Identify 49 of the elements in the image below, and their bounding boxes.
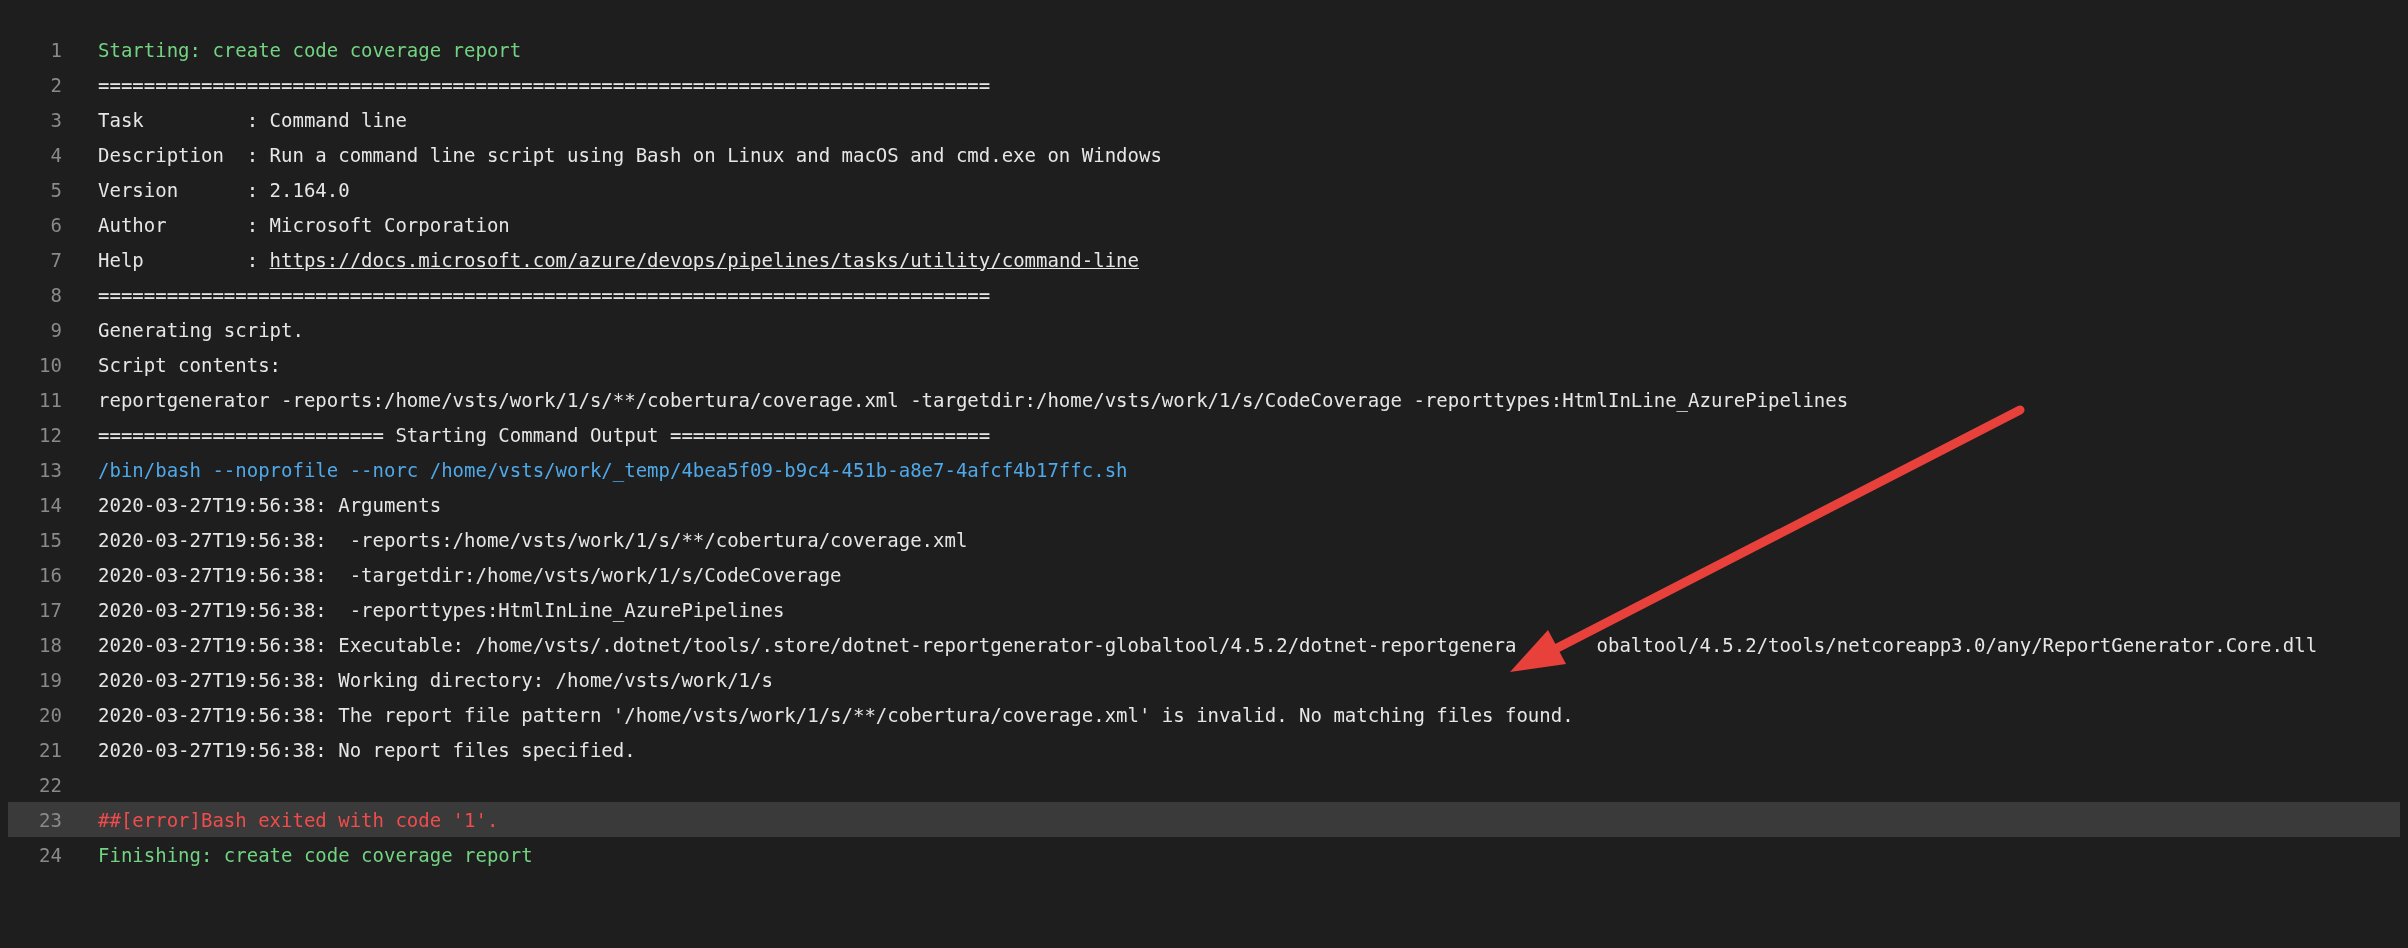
line-number: 14: [38, 493, 62, 516]
log-text: ==============================================================================: [98, 73, 991, 96]
log-text: 2020-03-27T19:56:38: -reports:/home/vsts/work/1/s/**/cobertura/coverage.xml: [98, 528, 968, 551]
line-number: 4: [49, 143, 62, 166]
log-text: ##[error]Bash exited with code '1'.: [98, 808, 499, 831]
log-text: ========================= Starting Command Output ============================: [98, 423, 991, 446]
log-text: 2020-03-27T19:56:38: -targetdir:/home/vsts/work/1/s/CodeCoverage: [98, 563, 842, 586]
log-text: Author : Microsoft Corporation: [98, 213, 510, 236]
line-number: 17: [38, 598, 62, 621]
log-text: 2020-03-27T19:56:38: No report files specified.: [98, 738, 636, 761]
log-text: Script contents:: [98, 353, 282, 376]
log-text: reportgenerator -reports:/home/vsts/work/1/s/**/cobertura/coverage.xml -targetdir:/home/vsts/work/1/s/CodeCoverage -reporttypes:HtmlInLine_AzurePipelines: [98, 388, 1849, 411]
log-text: ==============================================================================: [98, 283, 991, 306]
line-number: 24: [38, 843, 62, 866]
line-number: 6: [49, 213, 62, 236]
line-number: 18: [38, 633, 62, 656]
line-number: 3: [49, 108, 62, 131]
line-number: 5: [49, 178, 62, 201]
line-number: 16: [38, 563, 62, 586]
line-number: 2: [49, 73, 62, 96]
log-text: 2020-03-27T19:56:38: Executable: /home/vsts/.dotnet/tools/.store/dotnet-reportgenerator-globaltool/4.5.2/dotnet-reportgenera: [98, 633, 1517, 656]
line-number: 1: [49, 38, 62, 61]
log-text: Version : 2.164.0: [98, 178, 350, 201]
line-number: 9: [49, 318, 62, 341]
log-text: Description : Run a command line script using Bash on Linux and macOS and cmd.exe on Windows: [98, 143, 1162, 166]
log-text: Help : https://docs.microsoft.com/azure/devops/pipelines/tasks/utility/command-line: [98, 248, 1139, 271]
log-text: 2020-03-27T19:56:38: -reporttypes:HtmlInLine_AzurePipelines: [98, 598, 785, 621]
log-text: Task : Command line: [98, 108, 407, 131]
log-text: 2020-03-27T19:56:38: Arguments: [98, 493, 442, 516]
line-number: 22: [38, 773, 62, 796]
line-number: 21: [38, 738, 62, 761]
line-number: 15: [38, 528, 62, 551]
line-number: 8: [49, 283, 62, 306]
line-number: 13: [38, 458, 62, 481]
line-number: 12: [38, 423, 62, 446]
log-text: 2020-03-27T19:56:38: Working directory: /home/vsts/work/1/s: [98, 668, 773, 691]
line-number: 23: [38, 808, 62, 831]
log-text: /bin/bash --noprofile --norc /home/vsts/work/_temp/4bea5f09-b9c4-451b-a8e7-4afcf4b17ffc.sh: [98, 458, 1128, 481]
log-text: obaltool/4.5.2/tools/netcoreapp3.0/any/ReportGenerator.Core.dll: [1596, 633, 2318, 656]
line-number: 7: [49, 248, 62, 271]
line-number: 20: [38, 703, 62, 726]
log-text: 2020-03-27T19:56:38: The report file pattern '/home/vsts/work/1/s/**/cobertura/coverage.xml' is invalid. No matching files found.: [98, 703, 1574, 726]
line-number: 10: [38, 353, 62, 376]
log-text: Starting: create code coverage report: [98, 38, 522, 61]
log-text: Generating script.: [98, 318, 304, 341]
line-number: 19: [38, 668, 62, 691]
help-link[interactable]: https://docs.microsoft.com/azure/devops/pipelines/tasks/utility/command-line: [269, 248, 1139, 271]
log-text: Finishing: create code coverage report: [98, 843, 533, 866]
line-number: 11: [38, 388, 62, 411]
